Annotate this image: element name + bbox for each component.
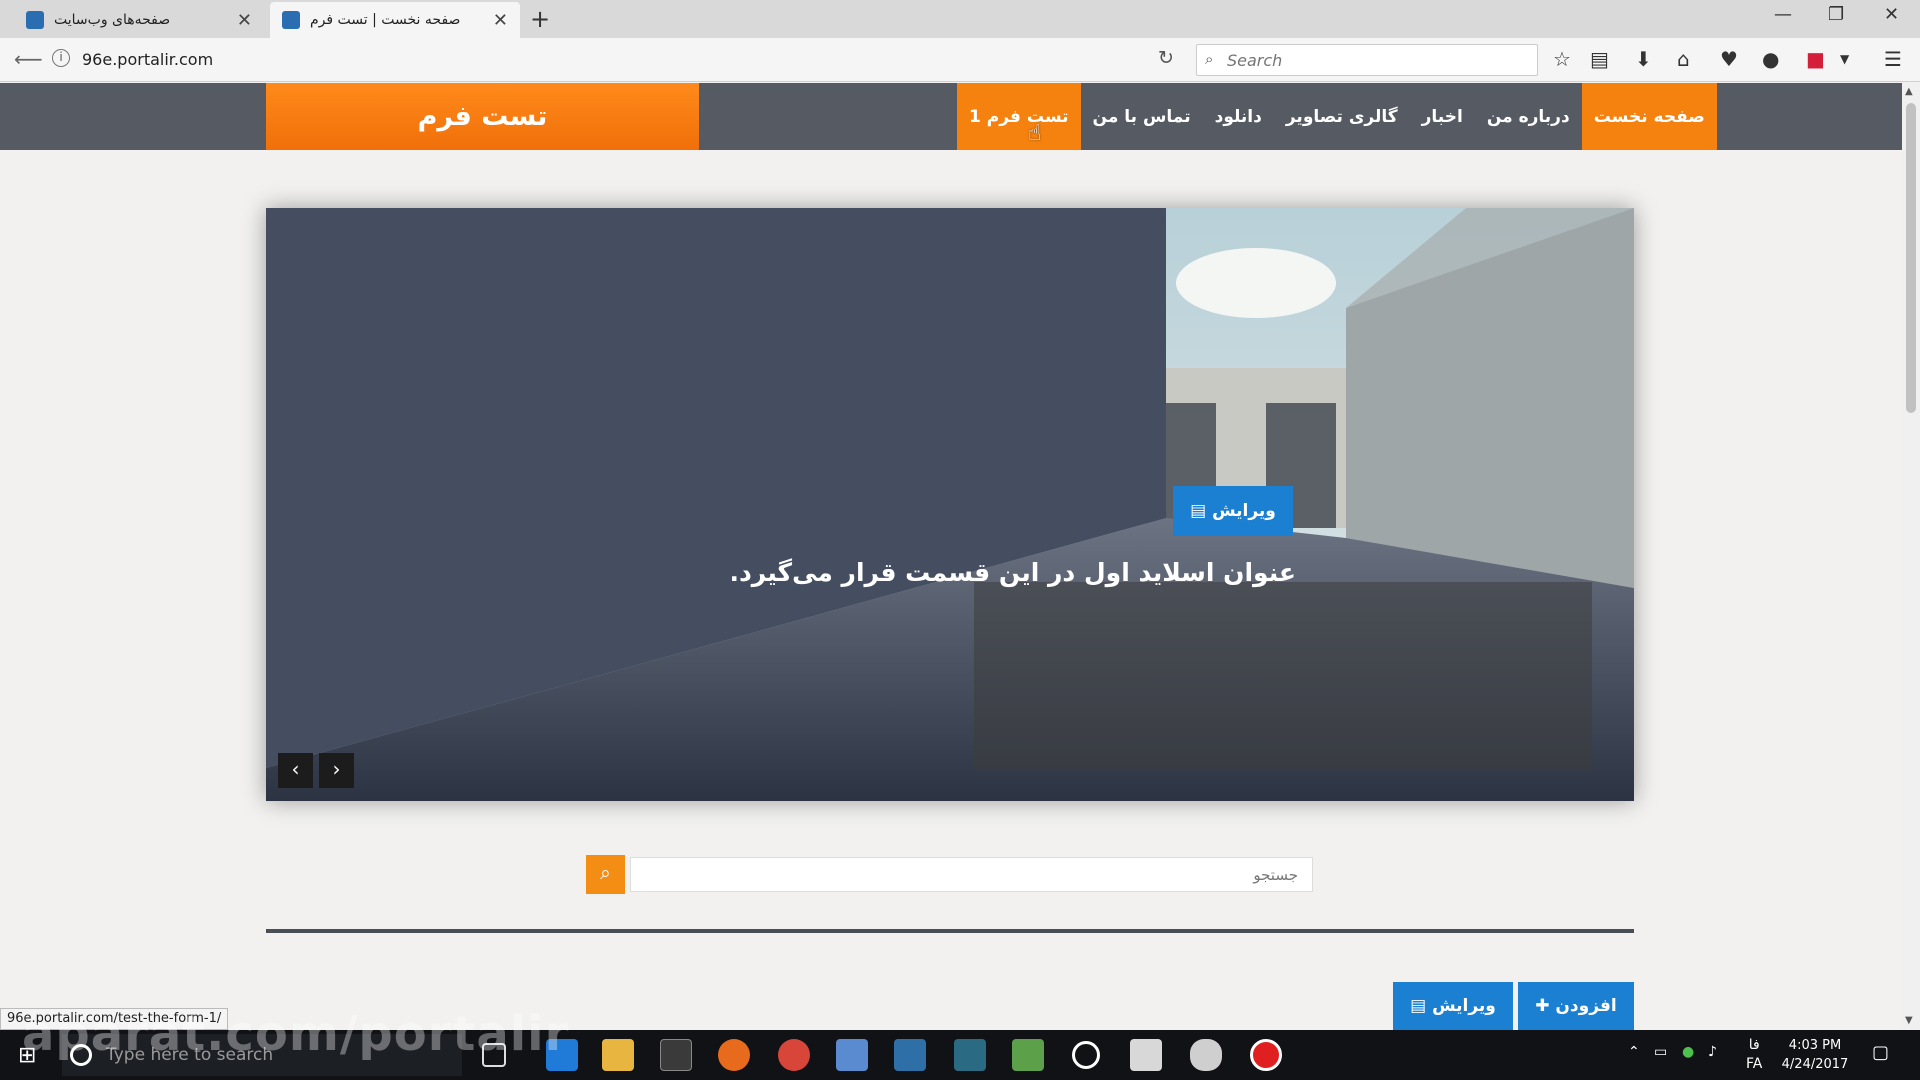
- calculator-icon[interactable]: [1130, 1039, 1162, 1071]
- site-search-button[interactable]: ⌕: [586, 855, 625, 894]
- menu-item-download[interactable]: دانلود: [1203, 83, 1274, 150]
- site-search-input[interactable]: [630, 857, 1313, 892]
- media-icon[interactable]: [1072, 1041, 1100, 1069]
- close-tab-icon[interactable]: ✕: [493, 10, 508, 31]
- language-fa: فا: [1748, 1037, 1760, 1053]
- spreadsheet-icon[interactable]: [1012, 1039, 1044, 1071]
- notification-icon[interactable]: ▢: [1872, 1042, 1889, 1063]
- firefox-icon[interactable]: [718, 1039, 750, 1071]
- menu-item-gallery[interactable]: گالری تصاویر: [1274, 83, 1410, 150]
- browser-search-box[interactable]: ⌕: [1196, 44, 1538, 76]
- plus-icon: ✚: [1535, 996, 1556, 1016]
- network-icon[interactable]: ▭: [1654, 1044, 1667, 1060]
- document-icon: ▤: [1410, 996, 1433, 1016]
- file-explorer-icon[interactable]: [602, 1039, 634, 1071]
- slide-edit-button[interactable]: ▤ ویرایش: [1173, 486, 1293, 536]
- page-viewport: تست فرم تست فرم 1 تماس با من دانلود گالر…: [0, 83, 1902, 1030]
- site-logo[interactable]: تست فرم: [266, 83, 699, 150]
- slide-edit-label: ویرایش: [1212, 501, 1276, 521]
- site-info-icon[interactable]: i: [52, 49, 70, 67]
- cloud-app-icon[interactable]: [1190, 1039, 1222, 1071]
- hand-cursor-icon: ☝: [1028, 121, 1042, 146]
- tab-title: صفحه نخست | تست فرم: [310, 12, 461, 28]
- close-window-icon[interactable]: ✕: [1884, 4, 1899, 25]
- browser-search-input[interactable]: [1227, 50, 1527, 70]
- reading-list-icon[interactable]: ▤: [1590, 47, 1609, 71]
- watermark: aparat.com/portalir: [22, 1006, 570, 1062]
- browser-tab-bar: صفحه‌های وب‌سایت ✕ صفحه نخست | تست فرم ✕…: [0, 0, 1920, 38]
- chrome-icon[interactable]: [778, 1039, 810, 1071]
- menu-item-home[interactable]: صفحه نخست: [1581, 83, 1717, 150]
- menu-item-contact[interactable]: تماس با من: [1081, 83, 1203, 150]
- menu-item-about[interactable]: درباره من: [1475, 83, 1582, 150]
- pocket-icon[interactable]: ♥: [1720, 47, 1738, 71]
- hamburger-menu-icon[interactable]: ☰: [1884, 47, 1902, 71]
- extension-dropdown-icon[interactable]: ▼: [1840, 52, 1849, 66]
- browser-tab-website-pages[interactable]: صفحه‌های وب‌سایت ✕: [14, 2, 264, 38]
- record-icon[interactable]: [1250, 1039, 1282, 1071]
- reload-icon[interactable]: ↻: [1158, 47, 1174, 69]
- scroll-down-icon[interactable]: ▼: [1905, 1015, 1913, 1026]
- document-icon: ▤: [1190, 501, 1213, 521]
- bookmark-star-icon[interactable]: ☆: [1553, 47, 1571, 71]
- restore-icon[interactable]: ❐: [1828, 4, 1844, 25]
- edit-button[interactable]: ▤ ویرایش: [1393, 982, 1513, 1030]
- clock-time: 4:03 PM: [1788, 1038, 1842, 1053]
- app-icon[interactable]: [894, 1039, 926, 1071]
- store-icon[interactable]: [660, 1039, 692, 1071]
- browser-tab-home[interactable]: صفحه نخست | تست فرم ✕: [270, 2, 520, 38]
- scroll-up-icon[interactable]: ▲: [1905, 86, 1913, 97]
- site-header: تست فرم تست فرم 1 تماس با من دانلود گالر…: [0, 83, 1902, 150]
- site-favicon-icon: [26, 11, 44, 29]
- tray-chevron-icon[interactable]: ⌃: [1628, 1044, 1640, 1060]
- network-tool-icon[interactable]: [836, 1039, 868, 1071]
- search-icon: ⌕: [600, 862, 611, 884]
- edit-label: ویرایش: [1432, 996, 1496, 1016]
- slide-title: عنوان اسلاید اول در این قسمت قرار می‌گیر…: [729, 558, 1296, 587]
- back-arrow-icon[interactable]: ⟵: [14, 47, 43, 71]
- shield-tray-icon[interactable]: ●: [1682, 1044, 1694, 1060]
- new-tab-button[interactable]: +: [530, 5, 550, 33]
- close-tab-icon[interactable]: ✕: [237, 10, 252, 31]
- tab-title: صفحه‌های وب‌سایت: [54, 12, 171, 28]
- language-code: FA: [1746, 1056, 1763, 1072]
- 3cx-icon[interactable]: [954, 1039, 986, 1071]
- minimize-icon[interactable]: —: [1774, 4, 1792, 25]
- slider-prev-button[interactable]: ‹: [278, 753, 313, 788]
- extension-s-icon[interactable]: ■: [1806, 47, 1825, 71]
- slide-caption-box: [974, 582, 1592, 770]
- section-divider: [266, 929, 1634, 933]
- page-scrollbar[interactable]: ▲ ▼: [1902, 83, 1920, 1030]
- main-menu: تست فرم 1 تماس با من دانلود گالری تصاویر…: [957, 83, 1717, 150]
- scrollbar-thumb[interactable]: [1906, 103, 1916, 413]
- site-favicon-icon: [282, 11, 300, 29]
- clock-date: 4/24/2017: [1781, 1057, 1849, 1072]
- download-icon[interactable]: ⬇: [1635, 47, 1652, 71]
- menu-item-test-form-1[interactable]: تست فرم 1: [957, 83, 1081, 150]
- volume-icon[interactable]: ♪: [1708, 1044, 1717, 1060]
- home-icon[interactable]: ⌂: [1677, 47, 1690, 71]
- menu-item-news[interactable]: اخبار: [1410, 83, 1475, 150]
- hero-slider: [266, 208, 1634, 801]
- address-bar[interactable]: 96e.portalir.com: [82, 50, 213, 69]
- add-label: افزودن: [1555, 996, 1617, 1016]
- search-icon: ⌕: [1205, 50, 1214, 68]
- language-indicator[interactable]: فا FA: [1746, 1036, 1762, 1074]
- browser-navigation-bar: ⟵ i 96e.portalir.com ↻ ⌕ ☆ ▤ ⬇ ⌂ ♥ ● ■ ▼…: [0, 38, 1920, 82]
- add-button[interactable]: ✚ افزودن: [1518, 982, 1634, 1030]
- extension-circle-icon[interactable]: ●: [1762, 47, 1779, 71]
- slider-next-button[interactable]: ›: [319, 753, 354, 788]
- taskbar-clock[interactable]: 4:03 PM 4/24/2017: [1770, 1036, 1860, 1074]
